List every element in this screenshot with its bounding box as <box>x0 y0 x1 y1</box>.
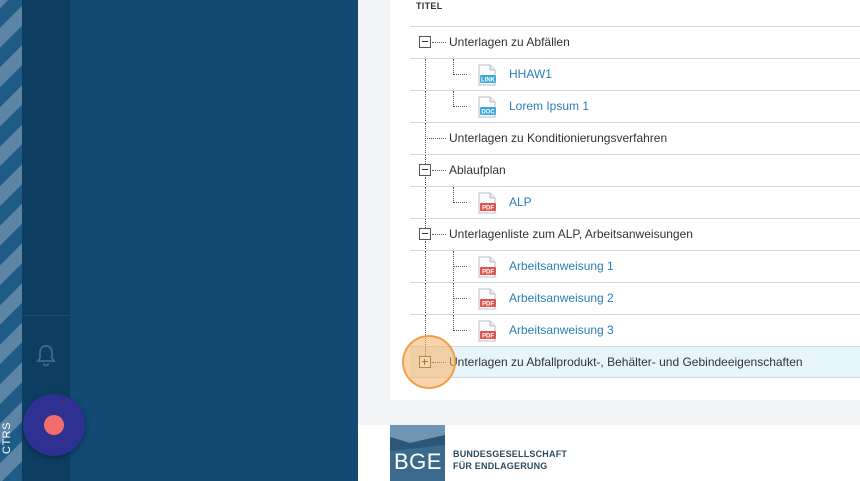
tree-connector <box>453 315 454 331</box>
tree-connector <box>453 330 467 331</box>
record-button[interactable] <box>23 394 85 456</box>
organization-name-line2: FÜR ENDLAGERUNG <box>453 461 548 471</box>
tree-row[interactable]: LINK HHAW1 <box>410 58 860 91</box>
tree-connector <box>453 59 454 75</box>
record-dot-icon <box>44 415 64 435</box>
pdf-file-icon: PDF <box>478 256 496 278</box>
column-header-title[interactable]: TITEL <box>416 1 443 11</box>
tree-connector <box>425 283 426 315</box>
file-link[interactable]: Arbeitsanweisung 3 <box>509 323 614 337</box>
tree-connector <box>432 170 446 171</box>
collapse-icon[interactable] <box>419 228 431 240</box>
tree-connector <box>425 187 426 219</box>
folder-label: Ablaufplan <box>449 163 506 177</box>
rail-divider <box>22 315 70 316</box>
tree-row[interactable]: Unterlagenliste zum ALP, Arbeitsanweisun… <box>410 218 860 251</box>
folder-label: Unterlagen zu Konditionierungsverfahren <box>449 131 668 145</box>
striped-edge <box>0 0 22 481</box>
pdf-badge: PDF <box>482 270 494 276</box>
tree-connector <box>425 138 446 139</box>
doc-badge: DOC <box>481 110 495 116</box>
tree-connector <box>432 42 446 43</box>
tree-connector <box>425 91 426 123</box>
tree-row[interactable]: Unterlagen zu Konditionierungsverfahren <box>410 122 860 155</box>
link-file-icon: LINK <box>478 64 496 86</box>
tree-connector <box>453 266 467 267</box>
tree-connector <box>425 155 426 164</box>
organization-name-line1: BUNDESGESELLSCHAFT <box>453 449 568 459</box>
link-badge: LINK <box>481 78 496 84</box>
main-panel <box>70 0 358 481</box>
pdf-file-icon: PDF <box>478 192 496 214</box>
organization-name: BUNDESGESELLSCHAFT FÜR ENDLAGERUNG <box>453 448 567 472</box>
tree-connector <box>432 234 446 235</box>
tree-connector <box>425 219 426 228</box>
folder-label: Unterlagen zu Abfallprodukt-, Behälter- … <box>449 355 803 369</box>
tree-connector <box>453 298 467 299</box>
doc-file-icon: DOC <box>478 96 496 118</box>
file-link[interactable]: Arbeitsanweisung 2 <box>509 291 614 305</box>
tree-row[interactable]: DOC Lorem Ipsum 1 <box>410 90 860 123</box>
tree-connector <box>453 106 467 107</box>
pdf-badge: PDF <box>482 302 494 308</box>
folder-label: Unterlagenliste zum ALP, Arbeitsanweisun… <box>449 227 693 241</box>
tree-row[interactable]: PDF Arbeitsanweisung 1 <box>410 250 860 283</box>
tree-connector <box>453 202 467 203</box>
bell-icon[interactable] <box>35 344 57 368</box>
tree-connector <box>425 123 426 155</box>
click-highlight <box>402 335 456 389</box>
file-link[interactable]: ALP <box>509 195 532 209</box>
tree-row[interactable]: PDF ALP <box>410 186 860 219</box>
tree-row[interactable]: Unterlagen zu Abfallprodukt-, Behälter- … <box>410 346 860 378</box>
file-link[interactable]: Lorem Ipsum 1 <box>509 99 589 113</box>
logo-text: BGE <box>394 449 442 474</box>
tree-connector <box>453 187 454 203</box>
collapse-icon[interactable] <box>419 164 431 176</box>
pdf-file-icon: PDF <box>478 288 496 310</box>
tree-connector <box>425 251 426 283</box>
tree-row[interactable]: Ablaufplan <box>410 154 860 187</box>
tree-connector <box>425 59 426 91</box>
ctrs-label: CTRS <box>1 422 13 454</box>
bge-logo: BGE <box>390 425 445 481</box>
collapse-icon[interactable] <box>419 36 431 48</box>
pdf-badge: PDF <box>482 206 494 212</box>
pdf-file-icon: PDF <box>478 320 496 342</box>
tree-connector <box>453 74 467 75</box>
tree-connector <box>453 91 454 107</box>
file-link[interactable]: Arbeitsanweisung 1 <box>509 259 614 273</box>
pdf-badge: PDF <box>482 334 494 340</box>
tree-connector <box>453 283 454 315</box>
tree-row[interactable]: PDF Arbeitsanweisung 3 <box>410 314 860 347</box>
file-link[interactable]: HHAW1 <box>509 67 552 81</box>
tree-row[interactable]: PDF Arbeitsanweisung 2 <box>410 282 860 315</box>
tree-row[interactable]: Unterlagen zu Abfällen <box>410 26 860 58</box>
tree-connector <box>453 251 454 283</box>
folder-label: Unterlagen zu Abfällen <box>449 35 570 49</box>
